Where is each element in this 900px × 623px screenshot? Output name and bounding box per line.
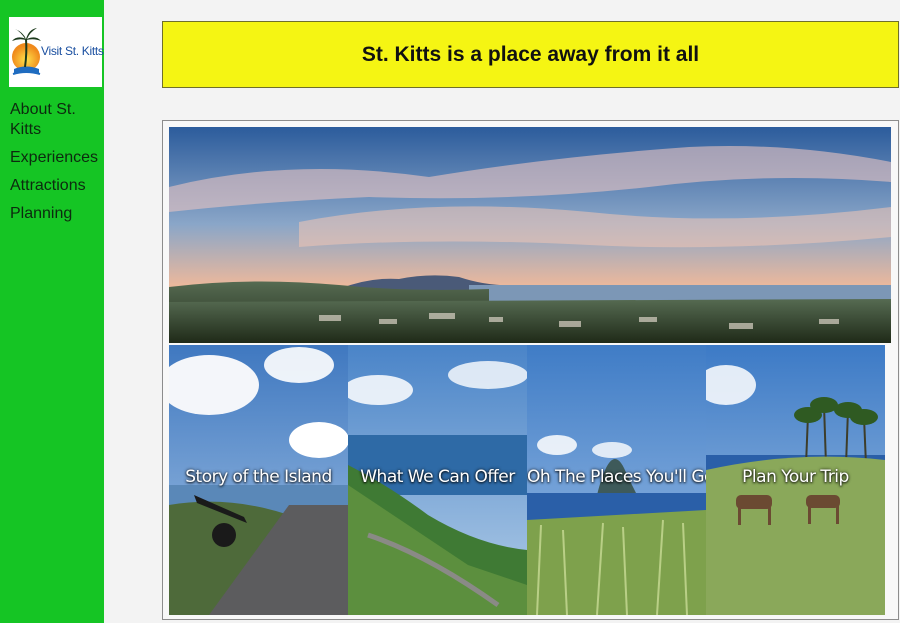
tile-what-we-can-offer[interactable]: What We Can Offer — [348, 345, 527, 615]
site-logo[interactable]: Visit St. Kitts — [9, 17, 104, 87]
nav-item-attractions[interactable]: Attractions — [10, 176, 104, 196]
photo-gallery: Story of the Island What We Can Offer Oh… — [162, 120, 899, 620]
tile-plan-your-trip[interactable]: Plan Your Trip — [706, 345, 885, 615]
sidebar: Visit St. Kitts About St. Kitts Experien… — [0, 0, 104, 623]
nav-item-experiences[interactable]: Experiences — [10, 148, 104, 168]
hero-image — [169, 127, 891, 343]
nav-item-about[interactable]: About St. Kitts — [10, 100, 104, 140]
nav-item-planning[interactable]: Planning — [10, 204, 104, 224]
tile-oh-the-places-youll-go[interactable]: Oh The Places You'll Go — [527, 345, 706, 615]
page-title: St. Kitts is a place away from it all — [361, 42, 700, 66]
tile-story-of-the-island[interactable]: Story of the Island — [169, 345, 348, 615]
page-banner: St. Kitts is a place away from it all — [162, 21, 899, 88]
logo-text: Visit St. Kitts — [41, 44, 104, 58]
tile-label: Plan Your Trip — [742, 467, 849, 487]
main-nav: About St. Kitts Experiences Attractions … — [10, 100, 104, 232]
tile-label: Story of the Island — [185, 467, 332, 487]
tile-label: Oh The Places You'll Go — [527, 467, 706, 487]
tile-label: What We Can Offer — [360, 467, 515, 487]
